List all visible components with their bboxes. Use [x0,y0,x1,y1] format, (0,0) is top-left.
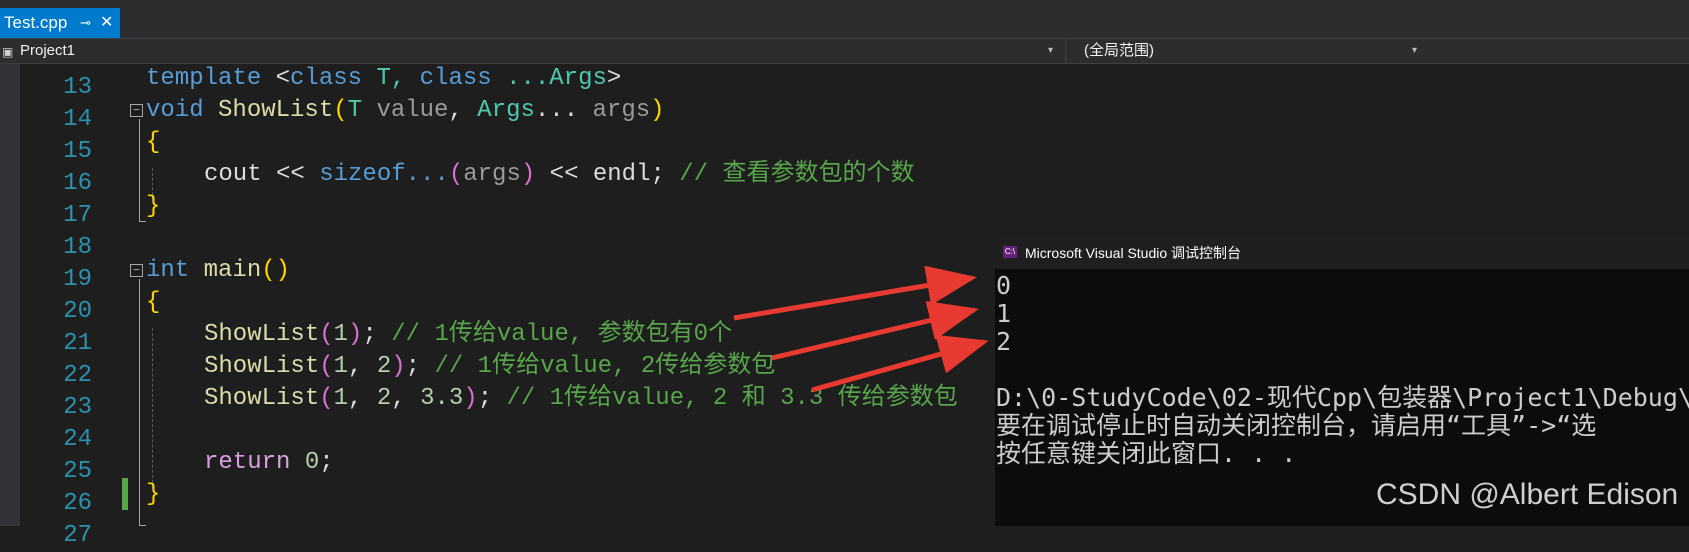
arrow-to-output-0 [733,265,977,321]
annotation-arrows [733,265,989,393]
arrow-to-output-2 [811,334,989,393]
watermark: CSDN @Albert Edison [1376,478,1679,511]
